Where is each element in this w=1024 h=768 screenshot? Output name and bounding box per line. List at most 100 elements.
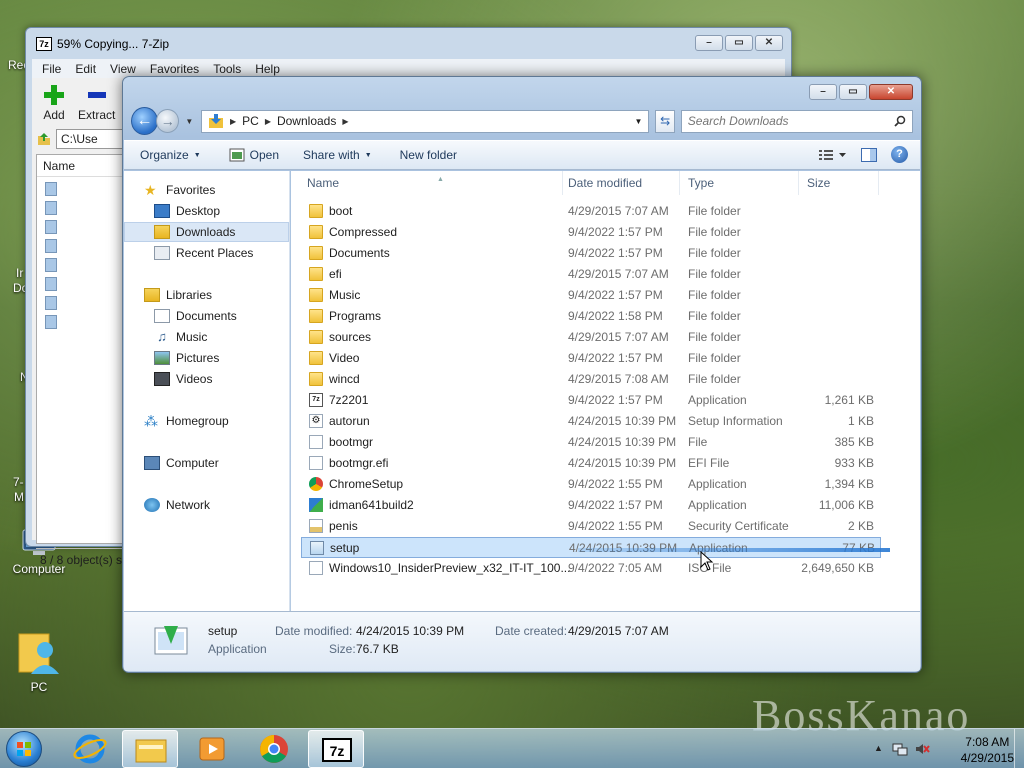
nav-libraries[interactable]: Libraries [124, 285, 289, 305]
list-item-icon[interactable] [45, 258, 57, 272]
forward-button[interactable]: → [156, 109, 180, 133]
organize-button[interactable]: Organize ▼ [140, 148, 201, 162]
column-header-type[interactable]: Type [680, 171, 799, 195]
breadcrumb-downloads[interactable]: Downloads [277, 114, 336, 128]
menu-favorites[interactable]: Favorites [144, 62, 205, 76]
show-desktop-button[interactable] [1014, 729, 1024, 768]
file-row[interactable]: bootmgr.efi 4/24/2015 10:39 PM EFI File 933… [301, 453, 881, 474]
close-button[interactable]: ✕ [755, 35, 783, 51]
nav-computer[interactable]: Computer [124, 453, 289, 473]
minimize-icon: – [820, 86, 826, 97]
menu-view[interactable]: View [104, 62, 142, 76]
breadcrumb-separator-icon[interactable]: ▶ [342, 117, 348, 126]
explorer-window[interactable]: – ▭ ✕ ← → ▼ ▶ PC ▶ Downloads ▶ ▼ ⇆ Organ… [122, 76, 922, 673]
menu-tools[interactable]: Tools [207, 62, 247, 76]
taskbar-chrome-button[interactable] [246, 730, 302, 768]
file-row[interactable]: ⚙ autorun 4/24/2015 10:39 PM Setup Informat… [301, 411, 881, 432]
address-input[interactable]: C:\Use [56, 129, 131, 149]
file-row[interactable]: Compressed 9/4/2022 1:57 PM File folder [301, 222, 881, 243]
network-tray-icon[interactable] [892, 741, 908, 757]
breadcrumb-separator-icon[interactable]: ▶ [265, 117, 271, 126]
file-row[interactable]: sources 4/29/2015 7:07 AM File folder [301, 327, 881, 348]
list-item-icon[interactable] [45, 277, 57, 291]
nav-documents[interactable]: Documents [124, 306, 289, 326]
column-header-size[interactable]: Size [799, 171, 879, 195]
search-box[interactable] [680, 109, 913, 133]
open-button[interactable]: Open [229, 148, 279, 162]
file-row[interactable]: Documents 9/4/2022 1:57 PM File folder [301, 243, 881, 264]
menu-help[interactable]: Help [249, 62, 286, 76]
file-row[interactable]: idman641build2 9/4/2022 1:57 PM Applicatio… [301, 495, 881, 516]
sort-ascending-icon: ▲ [437, 176, 444, 183]
nav-desktop[interactable]: Desktop [124, 201, 289, 221]
share-with-button[interactable]: Share with ▼ [303, 148, 372, 162]
nav-homegroup[interactable]: ⁂ Homegroup [124, 411, 289, 431]
nav-music[interactable]: ♫ Music [124, 327, 289, 347]
add-button[interactable]: Add [42, 82, 66, 122]
menu-file[interactable]: File [36, 62, 67, 76]
preview-pane-icon[interactable] [861, 147, 877, 162]
recent-pages-chevron-icon[interactable]: ▼ [185, 117, 195, 126]
file-row[interactable]: bootmgr 4/24/2015 10:39 PM File 385 KB [301, 432, 881, 453]
address-bar[interactable]: ▶ PC ▶ Downloads ▶ ▼ [200, 109, 650, 133]
desktop-icon-pc[interactable]: PC [4, 630, 74, 694]
maximize-button[interactable]: ▭ [725, 35, 753, 51]
extract-button[interactable]: Extract [78, 82, 115, 122]
file-row[interactable]: Programs 9/4/2022 1:58 PM File folder [301, 306, 881, 327]
file-row[interactable]: Windows10_InsiderPreview_x32_IT-IT_100..… [301, 558, 881, 579]
file-type: Application [688, 477, 747, 491]
nav-favorites[interactable]: ★ Favorites [124, 180, 289, 200]
back-button[interactable]: ← [131, 107, 159, 135]
file-row[interactable]: boot 4/29/2015 7:07 AM File folder [301, 201, 881, 222]
tray-expand-icon[interactable]: ▲ [874, 743, 883, 753]
volume-muted-icon[interactable] [914, 741, 930, 757]
new-folder-button[interactable]: New folder [400, 148, 457, 162]
file-row[interactable]: efi 4/29/2015 7:07 AM File folder [301, 264, 881, 285]
breadcrumb-separator-icon[interactable]: ▶ [230, 117, 236, 126]
gear-icon: ⚙ [309, 414, 323, 428]
file-row[interactable]: ChromeSetup 9/4/2022 1:55 PM Application 1,… [301, 474, 881, 495]
nav-downloads[interactable]: Downloads [124, 222, 289, 242]
list-item-icon[interactable] [45, 201, 57, 215]
list-item-icon[interactable] [45, 296, 57, 310]
help-icon[interactable]: ? [891, 146, 908, 163]
drag-feedback-line [578, 548, 890, 552]
file-row[interactable]: Video 9/4/2022 1:57 PM File folder [301, 348, 881, 369]
list-item-icon[interactable] [45, 239, 57, 253]
nav-recent-places[interactable]: Recent Places [124, 243, 289, 263]
maximize-button[interactable]: ▭ [839, 84, 867, 100]
file-row[interactable]: 7z 7z2201 9/4/2022 1:57 PM Application 1,261… [301, 390, 881, 411]
list-item-icon[interactable] [45, 220, 57, 234]
column-header-name[interactable]: Name ▲ [299, 171, 563, 195]
up-folder-icon[interactable] [36, 131, 52, 147]
taskbar-media-player-button[interactable] [184, 730, 240, 768]
view-options-icon[interactable] [819, 148, 847, 162]
file-type: File folder [688, 225, 741, 239]
windows-logo-icon [17, 742, 31, 756]
start-button[interactable] [6, 731, 42, 767]
minimize-button[interactable]: – [809, 84, 837, 100]
clock[interactable]: 7:08 AM 4/29/2015 [961, 734, 1014, 766]
search-input[interactable] [687, 114, 894, 128]
libraries-icon [144, 288, 160, 302]
file-row[interactable]: wincd 4/29/2015 7:08 AM File folder [301, 369, 881, 390]
list-item-icon[interactable] [45, 315, 57, 329]
breadcrumb-pc[interactable]: PC [242, 114, 259, 128]
search-icon[interactable] [894, 115, 906, 127]
column-header-name[interactable]: Name [37, 155, 127, 177]
file-row[interactable]: Music 9/4/2022 1:57 PM File folder [301, 285, 881, 306]
taskbar-7zip-button[interactable]: 7z [308, 730, 364, 768]
nav-network[interactable]: Network [124, 495, 289, 515]
nav-videos[interactable]: Videos [124, 369, 289, 389]
taskbar-ie-button[interactable] [62, 730, 118, 768]
address-dropdown-icon[interactable]: ▼ [635, 117, 643, 126]
list-item-icon[interactable] [45, 182, 57, 196]
menu-edit[interactable]: Edit [69, 62, 102, 76]
taskbar-explorer-button[interactable] [122, 730, 178, 768]
minimize-button[interactable]: – [695, 35, 723, 51]
column-header-date[interactable]: Date modified [560, 171, 680, 195]
refresh-button[interactable]: ⇆ [655, 109, 675, 133]
file-row[interactable]: penis 9/4/2022 1:55 PM Security Certificat… [301, 516, 881, 537]
close-button[interactable]: ✕ [869, 84, 913, 100]
nav-pictures[interactable]: Pictures [124, 348, 289, 368]
